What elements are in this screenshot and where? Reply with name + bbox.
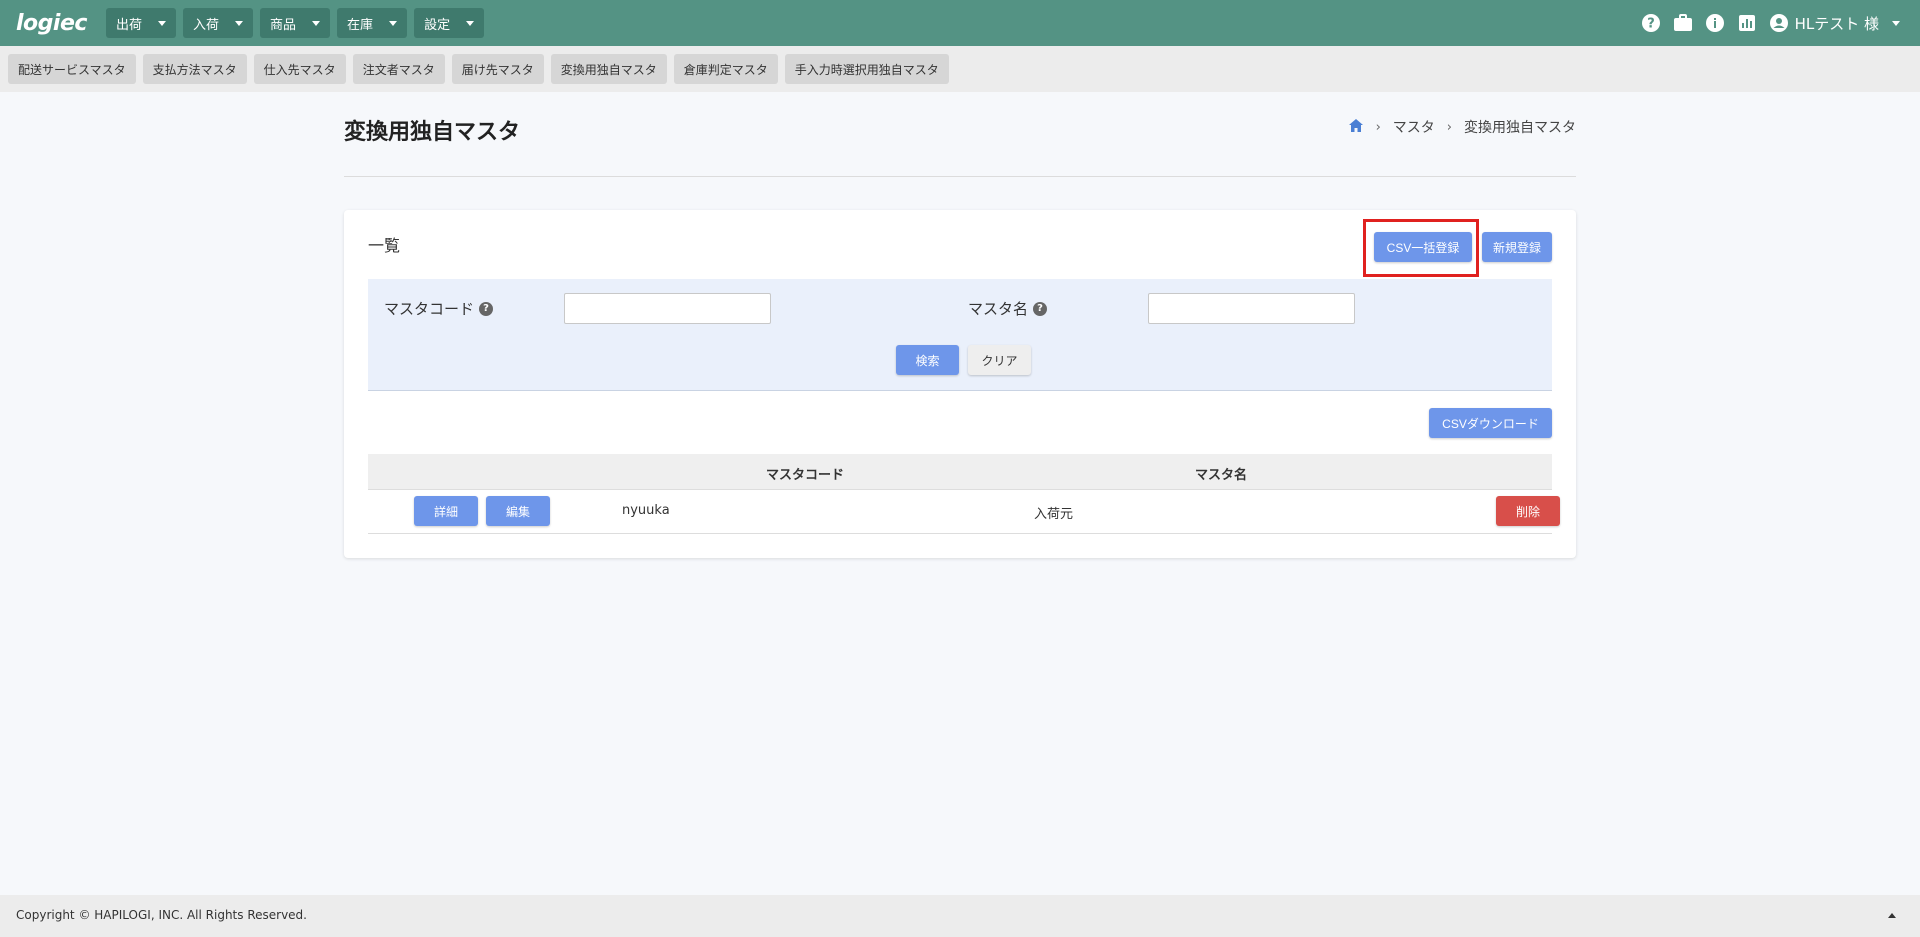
caret-down-icon <box>466 20 475 26</box>
column-master-code[interactable]: マスタコード <box>766 464 844 483</box>
logo-text: logiec <box>16 10 87 36</box>
copyright-text: Copyright © HAPILOGI, INC. All Rights Re… <box>16 908 307 922</box>
logo[interactable]: logiec <box>16 8 92 38</box>
menu-shipping[interactable]: 出荷 <box>106 8 177 38</box>
caret-down-icon <box>312 20 321 26</box>
help-icon[interactable]: ? <box>1641 13 1662 34</box>
user-name: HLテスト 様 <box>1794 14 1879 33</box>
chevron-right-icon: › <box>1446 119 1452 135</box>
clear-button[interactable]: クリア <box>968 345 1031 375</box>
master-code-input[interactable] <box>564 293 771 324</box>
menu-settings-label: 設定 <box>424 17 451 33</box>
chart-icon[interactable] <box>1737 13 1758 34</box>
header-actions: ? HLテスト 様 <box>1641 0 1900 46</box>
subnav-warehouse-rule[interactable]: 倉庫判定マスタ <box>673 54 778 84</box>
master-code-label: マスタコード ? <box>384 298 494 319</box>
search-panel: マスタコード ? マスタ名 ? 検索 クリア <box>368 279 1552 391</box>
menu-products-label: 商品 <box>270 17 297 33</box>
scroll-top-icon[interactable] <box>1888 913 1896 918</box>
caret-down-icon <box>158 20 167 26</box>
caret-down-icon <box>1892 20 1900 26</box>
master-name-input[interactable] <box>1148 293 1355 324</box>
subnav-orderer[interactable]: 注文者マスタ <box>352 54 445 84</box>
main-menu: 出荷 入荷 商品 在庫 設定 <box>106 8 485 38</box>
column-master-name[interactable]: マスタ名 <box>1195 464 1247 483</box>
home-icon[interactable] <box>1348 118 1364 137</box>
breadcrumb-master[interactable]: マスタ <box>1393 117 1435 137</box>
page-title: 変換用独自マスタ <box>344 120 521 145</box>
list-title: 一覧 <box>368 236 401 255</box>
csv-bulk-register-button[interactable]: CSV一括登録 <box>1374 232 1472 262</box>
master-code-label-text: マスタコード <box>384 300 475 318</box>
user-menu[interactable]: HLテスト 様 <box>1769 13 1900 34</box>
subnav-delivery-service[interactable]: 配送サービスマスタ <box>8 54 136 84</box>
menu-receiving[interactable]: 入荷 <box>183 8 254 38</box>
menu-inventory-label: 在庫 <box>347 17 374 33</box>
account-icon <box>1769 13 1790 34</box>
info-icon[interactable] <box>1705 13 1726 34</box>
question-icon[interactable]: ? <box>1033 301 1048 316</box>
subnav-manual-select-master[interactable]: 手入力時選択用独自マスタ <box>784 54 949 84</box>
heading-divider <box>344 176 1576 177</box>
menu-receiving-label: 入荷 <box>193 17 220 33</box>
subnav-supplier[interactable]: 仕入先マスタ <box>253 54 346 84</box>
chevron-right-icon: › <box>1375 119 1381 135</box>
list-card: 一覧 CSV一括登録 新規登録 マスタコード ? マスタ名 ? 検索 クリア C… <box>344 210 1576 558</box>
table-row: 詳細 編集 nyuuka 入荷元 削除 <box>368 490 1560 534</box>
delete-button[interactable]: 削除 <box>1496 496 1560 526</box>
row-master-code: nyuuka <box>622 503 670 518</box>
svg-text:?: ? <box>1647 17 1655 32</box>
master-name-label: マスタ名 ? <box>968 298 1048 319</box>
breadcrumb-current: 変換用独自マスタ <box>1464 120 1576 136</box>
breadcrumb: › マスタ › 変換用独自マスタ <box>1348 117 1576 137</box>
subnav-conversion-master[interactable]: 変換用独自マスタ <box>550 54 667 84</box>
subnav-payment-method[interactable]: 支払方法マスタ <box>142 54 247 84</box>
briefcase-icon[interactable] <box>1673 13 1694 34</box>
footer: Copyright © HAPILOGI, INC. All Rights Re… <box>0 895 1920 937</box>
table-header: マスタコード マスタ名 <box>368 454 1552 490</box>
subnav-recipient[interactable]: 届け先マスタ <box>451 54 544 84</box>
search-button[interactable]: 検索 <box>896 345 959 375</box>
detail-button[interactable]: 詳細 <box>414 496 478 526</box>
caret-down-icon <box>389 20 398 26</box>
row-master-name: 入荷元 <box>1034 507 1074 522</box>
new-register-button[interactable]: 新規登録 <box>1482 232 1552 262</box>
menu-products[interactable]: 商品 <box>260 8 331 38</box>
edit-button[interactable]: 編集 <box>486 496 550 526</box>
menu-inventory[interactable]: 在庫 <box>337 8 408 38</box>
master-subnav: 配送サービスマスタ 支払方法マスタ 仕入先マスタ 注文者マスタ 届け先マスタ 変… <box>0 46 1920 92</box>
question-icon[interactable]: ? <box>479 301 494 316</box>
top-navbar: logiec 出荷 入荷 商品 在庫 設定 ? HLテスト 様 <box>0 0 1920 46</box>
caret-down-icon <box>235 20 244 26</box>
menu-shipping-label: 出荷 <box>116 17 143 33</box>
master-name-label-text: マスタ名 <box>968 300 1029 318</box>
csv-download-button[interactable]: CSVダウンロード <box>1429 408 1552 438</box>
menu-settings[interactable]: 設定 <box>414 8 485 38</box>
